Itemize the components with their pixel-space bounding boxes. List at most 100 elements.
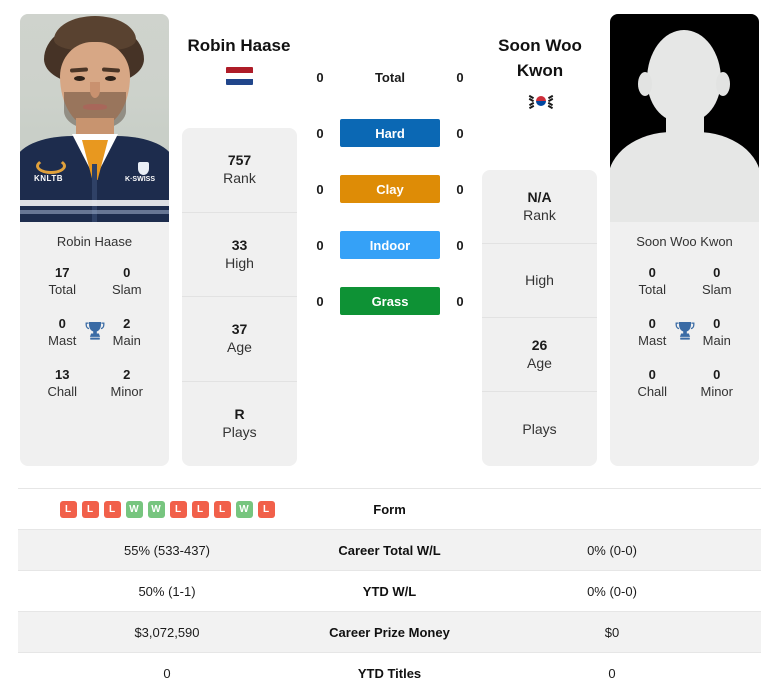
surface-row-hard: 0 Hard 0 — [300, 119, 480, 147]
ytd-wl-left: 50% (1-1) — [138, 583, 196, 599]
table-row: $3,072,590 Career Prize Money $0 — [18, 611, 761, 652]
titles-chall-left: 13 Chall — [30, 359, 95, 410]
ytd-titles-label: YTD Titles — [357, 665, 422, 681]
surface-grass-count-left: 0 — [316, 293, 324, 309]
rank-label-right: Rank — [523, 207, 556, 223]
player-name-left[interactable]: Robin Haase — [179, 33, 299, 58]
titles-slam-value-right: 0 — [713, 265, 721, 280]
rank-card-right: N/A Rank High 26 Age Plays — [482, 170, 597, 466]
career-wl-left: 55% (533-437) — [124, 542, 210, 558]
player-name-block-left: Robin Haase — [179, 33, 299, 85]
form-badge-win[interactable]: W — [147, 500, 165, 518]
prize-money-label: Career Prize Money — [329, 624, 450, 640]
rank-row-age-left: 37 Age — [182, 297, 297, 382]
silhouette-head — [647, 30, 721, 122]
surface-row-total: 0 Total 0 — [300, 63, 480, 91]
trophy-icon — [85, 321, 104, 340]
surface-clay-count-right: 0 — [456, 181, 464, 197]
player-card-left[interactable]: KNLTB K·SWISS Robin Haase 17 Total 0 Sla… — [20, 14, 169, 466]
silhouette-body — [610, 132, 759, 222]
rank-value-left: 757 — [227, 152, 252, 169]
titles-grid-left: 17 Total 0 Slam 0 Mast 2 Main 13 Chall 2… — [20, 251, 169, 410]
plays-label-right: Plays — [522, 420, 557, 437]
table-row: 0 YTD Titles 0 — [18, 652, 761, 693]
kswiss-shield-icon — [138, 162, 149, 175]
photo-jacket-stripe — [20, 200, 169, 206]
age-label-left: Age — [227, 339, 252, 356]
player-name-right[interactable]: Soon Woo Kwon — [480, 33, 600, 83]
titles-minor-label-right: Minor — [700, 384, 733, 399]
surface-grass-chip[interactable]: Grass — [340, 287, 440, 315]
player-photo-caption-left: Robin Haase — [56, 234, 133, 249]
form-badge-win[interactable]: W — [125, 500, 143, 518]
surface-indoor-count-right: 0 — [456, 237, 464, 253]
titles-total-right: 0 Total — [620, 257, 685, 308]
form-badge-loss[interactable]: L — [169, 500, 187, 518]
ytd-titles-right: 0 — [608, 665, 616, 681]
surface-indoor-chip[interactable]: Indoor — [340, 231, 440, 259]
ytd-wl-right: 0% (0-0) — [587, 583, 637, 599]
titles-slam-left: 0 Slam — [95, 257, 160, 308]
table-row: 50% (1-1) YTD W/L 0% (0-0) — [18, 570, 761, 611]
surface-hard-chip[interactable]: Hard — [340, 119, 440, 147]
rank-row-high-right: High — [482, 244, 597, 318]
rank-card-left: 757 Rank 33 High 37 Age R Plays — [182, 128, 297, 466]
rank-label-left: Rank — [223, 170, 256, 187]
titles-grid-right: 0 Total 0 Slam 0 Mast 0 Main 0 Chall 0 M… — [610, 251, 759, 410]
surface-indoor-count-left: 0 — [316, 237, 324, 253]
form-badge-win[interactable]: W — [235, 500, 253, 518]
form-badge-loss[interactable]: L — [191, 500, 209, 518]
high-label-left: High — [225, 254, 254, 271]
rank-row-rank-right: N/A Rank — [482, 170, 597, 244]
player-photo-left: KNLTB K·SWISS — [20, 14, 169, 222]
comparison-table: LLLWWLLLWL Form 55% (533-437) Career Tot… — [18, 488, 761, 693]
rank-row-plays-right: Plays — [482, 392, 597, 466]
titles-slam-label-right: Slam — [701, 282, 732, 297]
netherlands-flag-icon — [225, 67, 253, 85]
knltb-wordmark: KNLTB — [34, 174, 64, 183]
titles-total-value-right: 0 — [648, 265, 656, 280]
surface-hard-count-left: 0 — [316, 125, 324, 141]
photo-jacket-stripe-secondary — [20, 210, 169, 214]
titles-minor-right: 0 Minor — [685, 359, 750, 410]
titles-minor-label-left: Minor — [110, 384, 143, 399]
titles-chall-label-left: Chall — [47, 384, 78, 399]
titles-chall-label-right: Chall — [637, 384, 668, 399]
photo-eye-left — [74, 76, 85, 81]
rank-row-rank-left: 757 Rank — [182, 128, 297, 213]
surface-clay-chip[interactable]: Clay — [340, 175, 440, 203]
high-value-left: 33 — [231, 236, 248, 253]
south-korea-flag-icon — [526, 92, 554, 110]
photo-nose — [90, 82, 100, 98]
plays-value-left: R — [234, 406, 245, 423]
photo-mouth — [83, 104, 107, 110]
rank-value-right: N/A — [527, 189, 552, 205]
rank-row-age-right: 26 Age — [482, 318, 597, 392]
player-card-right[interactable]: Soon Woo Kwon 0 Total 0 Slam 0 Mast 0 Ma… — [610, 14, 759, 466]
titles-minor-value-right: 0 — [713, 367, 721, 382]
surface-row-clay: 0 Clay 0 — [300, 175, 480, 203]
player-photo-caption-right: Soon Woo Kwon — [636, 234, 733, 249]
form-badge-loss[interactable]: L — [213, 500, 231, 518]
rank-row-plays-left: R Plays — [182, 382, 297, 467]
plays-label-left: Plays — [222, 424, 257, 441]
form-badge-loss[interactable]: L — [257, 500, 275, 518]
titles-slam-value-left: 0 — [123, 265, 131, 280]
surface-grass-count-right: 0 — [456, 293, 464, 309]
surface-hard-count-right: 0 — [456, 125, 464, 141]
form-strip-left: LLLWWLLLWL — [18, 500, 316, 518]
form-badge-loss[interactable]: L — [103, 500, 121, 518]
surface-row-indoor: 0 Indoor 0 — [300, 231, 480, 259]
silhouette-ear-left — [638, 72, 652, 96]
player-comparison-page: KNLTB K·SWISS Robin Haase 17 Total 0 Sla… — [0, 0, 779, 699]
form-badge-loss[interactable]: L — [59, 500, 77, 518]
titles-slam-label-left: Slam — [111, 282, 142, 297]
form-badges-left: LLLWWLLLWL — [18, 500, 316, 518]
form-badge-loss[interactable]: L — [81, 500, 99, 518]
titles-total-label-left: Total — [48, 282, 76, 297]
titles-slam-right: 0 Slam — [685, 257, 750, 308]
age-label-right: Age — [527, 355, 552, 371]
rank-row-high-left: 33 High — [182, 213, 297, 297]
player-name-block-right: Soon Woo Kwon — [480, 33, 600, 110]
kswiss-wordmark: K·SWISS — [125, 176, 155, 183]
